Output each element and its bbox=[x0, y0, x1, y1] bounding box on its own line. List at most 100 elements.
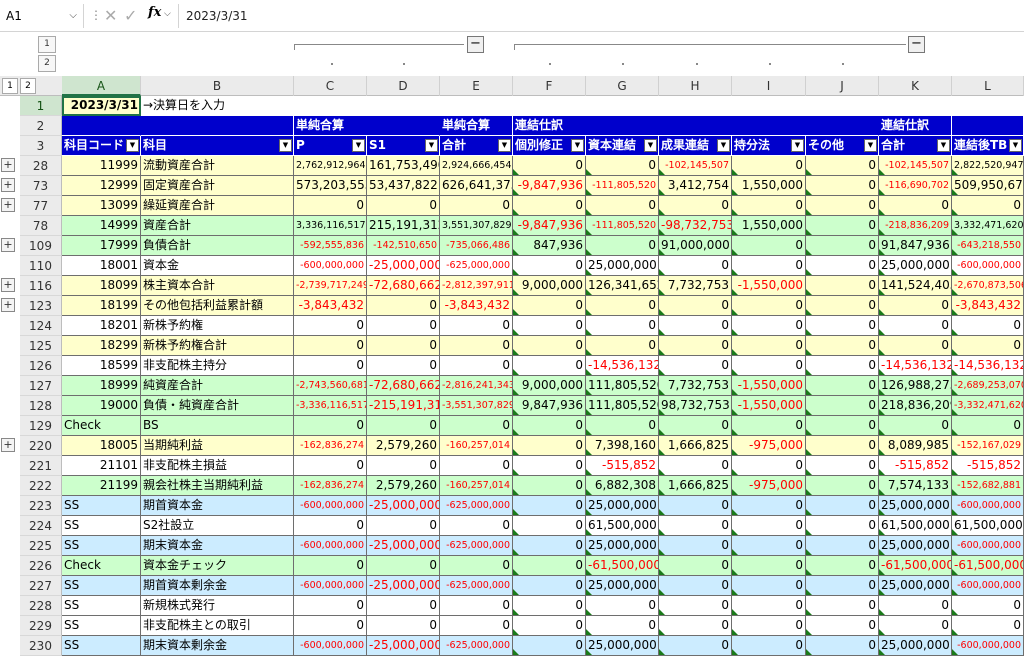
value-cell[interactable]: 0 bbox=[879, 596, 952, 616]
value-cell[interactable]: 0 bbox=[806, 196, 879, 216]
value-cell[interactable]: 0 bbox=[952, 416, 1024, 436]
more-icon[interactable]: ⋮ bbox=[90, 8, 102, 22]
expand-group-button[interactable]: + bbox=[1, 438, 15, 452]
column-header-k[interactable]: K bbox=[879, 76, 952, 96]
value-cell[interactable]: -600,000,000 bbox=[952, 576, 1024, 596]
value-cell[interactable]: 0 bbox=[440, 616, 513, 636]
account-code-cell[interactable]: 18201 bbox=[62, 316, 141, 336]
row-header[interactable]: 220 bbox=[20, 436, 62, 456]
col-level-2-button[interactable]: 2 bbox=[38, 55, 56, 72]
value-cell[interactable]: 0 bbox=[367, 456, 440, 476]
group-header-simple-sum[interactable]: 単純合算 bbox=[294, 116, 440, 136]
value-cell[interactable]: 0 bbox=[732, 496, 806, 516]
value-cell[interactable]: 25,000,000 bbox=[879, 536, 952, 556]
value-cell[interactable]: 1,666,825 bbox=[659, 436, 732, 456]
account-code-cell[interactable]: 21199 bbox=[62, 476, 141, 496]
value-cell[interactable]: -625,000,000 bbox=[440, 536, 513, 556]
row-header[interactable]: 2 bbox=[20, 116, 62, 136]
value-cell[interactable]: -142,510,650 bbox=[367, 236, 440, 256]
value-cell[interactable]: -643,218,550 bbox=[952, 236, 1024, 256]
value-cell[interactable]: 0 bbox=[806, 176, 879, 196]
cancel-icon[interactable]: ✕ bbox=[104, 6, 117, 25]
account-name-cell[interactable]: 資産合計 bbox=[141, 216, 294, 236]
value-cell[interactable]: 25,000,000 bbox=[879, 256, 952, 276]
column-title-5[interactable]: 個別修正 ▼ bbox=[513, 136, 586, 156]
value-cell[interactable]: -2,689,253,070 bbox=[952, 376, 1024, 396]
value-cell[interactable]: -625,000,000 bbox=[440, 576, 513, 596]
row-header[interactable]: 124 bbox=[20, 316, 62, 336]
row-header[interactable]: 109 bbox=[20, 236, 62, 256]
header-cell[interactable] bbox=[952, 116, 1024, 136]
column-title-0[interactable]: 科目コード ▼ bbox=[62, 136, 141, 156]
expand-group-button[interactable]: + bbox=[1, 178, 15, 192]
value-cell[interactable]: -162,836,274 bbox=[294, 476, 367, 496]
account-name-cell[interactable]: BS bbox=[141, 416, 294, 436]
value-cell[interactable]: 0 bbox=[513, 296, 586, 316]
value-cell[interactable]: 0 bbox=[659, 256, 732, 276]
value-cell[interactable]: -3,551,307,829 bbox=[440, 396, 513, 416]
account-name-cell[interactable]: 流動資産合計 bbox=[141, 156, 294, 176]
account-code-cell[interactable]: 18099 bbox=[62, 276, 141, 296]
value-cell[interactable]: 0 bbox=[513, 416, 586, 436]
value-cell[interactable]: -600,000,000 bbox=[294, 576, 367, 596]
value-cell[interactable]: -152,682,881 bbox=[952, 476, 1024, 496]
account-code-cell[interactable]: 14999 bbox=[62, 216, 141, 236]
value-cell[interactable]: 0 bbox=[732, 456, 806, 476]
value-cell[interactable]: 0 bbox=[440, 196, 513, 216]
value-cell[interactable]: 0 bbox=[806, 336, 879, 356]
value-cell[interactable]: 0 bbox=[732, 616, 806, 636]
value-cell[interactable]: 0 bbox=[732, 336, 806, 356]
value-cell[interactable]: 0 bbox=[806, 256, 879, 276]
value-cell[interactable]: 0 bbox=[732, 416, 806, 436]
value-cell[interactable]: -111,805,520 bbox=[586, 176, 659, 196]
column-title-2[interactable]: P ▼ bbox=[294, 136, 367, 156]
value-cell[interactable]: 0 bbox=[732, 516, 806, 536]
value-cell[interactable]: 0 bbox=[367, 596, 440, 616]
value-cell[interactable]: -600,000,000 bbox=[952, 496, 1024, 516]
value-cell[interactable]: 0 bbox=[659, 496, 732, 516]
account-name-cell[interactable]: 資本金 bbox=[141, 256, 294, 276]
value-cell[interactable]: 0 bbox=[294, 316, 367, 336]
value-cell[interactable]: 25,000,000 bbox=[586, 496, 659, 516]
filter-dropdown-icon[interactable]: ▼ bbox=[126, 139, 139, 152]
value-cell[interactable]: 0 bbox=[732, 316, 806, 336]
account-name-cell[interactable]: 期首資本剰余金 bbox=[141, 576, 294, 596]
account-code-cell[interactable]: 18299 bbox=[62, 336, 141, 356]
value-cell[interactable]: 25,000,000 bbox=[586, 636, 659, 656]
value-cell[interactable]: -515,852 bbox=[586, 456, 659, 476]
value-cell[interactable]: -600,000,000 bbox=[952, 636, 1024, 656]
filter-dropdown-icon[interactable]: ▼ bbox=[937, 139, 950, 152]
value-cell[interactable]: 0 bbox=[513, 556, 586, 576]
account-name-cell[interactable]: 負債合計 bbox=[141, 236, 294, 256]
value-cell[interactable]: 0 bbox=[367, 296, 440, 316]
value-cell[interactable]: -625,000,000 bbox=[440, 256, 513, 276]
value-cell[interactable]: -3,843,432 bbox=[440, 296, 513, 316]
account-code-cell[interactable]: 13099 bbox=[62, 196, 141, 216]
value-cell[interactable]: -600,000,000 bbox=[952, 536, 1024, 556]
value-cell[interactable]: 0 bbox=[586, 196, 659, 216]
account-code-cell[interactable]: 18005 bbox=[62, 436, 141, 456]
expand-group-button[interactable]: + bbox=[1, 298, 15, 312]
value-cell[interactable]: 0 bbox=[294, 196, 367, 216]
value-cell[interactable]: 0 bbox=[659, 616, 732, 636]
account-code-cell[interactable]: 17999 bbox=[62, 236, 141, 256]
account-code-cell[interactable]: 18199 bbox=[62, 296, 141, 316]
value-cell[interactable]: 0 bbox=[586, 336, 659, 356]
row-header[interactable]: 126 bbox=[20, 356, 62, 376]
value-cell[interactable]: 25,000,000 bbox=[879, 576, 952, 596]
value-cell[interactable]: 2,579,260 bbox=[367, 436, 440, 456]
column-header-j[interactable]: J bbox=[806, 76, 879, 96]
column-header-c[interactable]: C bbox=[294, 76, 367, 96]
value-cell[interactable]: 0 bbox=[294, 416, 367, 436]
filter-dropdown-icon[interactable]: ▼ bbox=[279, 139, 292, 152]
value-cell[interactable]: 0 bbox=[440, 336, 513, 356]
value-cell[interactable]: -600,000,000 bbox=[294, 496, 367, 516]
account-name-cell[interactable]: 非支配株主損益 bbox=[141, 456, 294, 476]
value-cell[interactable]: -3,332,471,620 bbox=[952, 396, 1024, 416]
value-cell[interactable]: -215,191,312 bbox=[367, 396, 440, 416]
value-cell[interactable]: 25,000,000 bbox=[586, 536, 659, 556]
value-cell[interactable]: 218,836,209 bbox=[879, 396, 952, 416]
value-cell[interactable]: -25,000,000 bbox=[367, 256, 440, 276]
value-cell[interactable]: 0 bbox=[586, 616, 659, 636]
value-cell[interactable]: 0 bbox=[732, 356, 806, 376]
